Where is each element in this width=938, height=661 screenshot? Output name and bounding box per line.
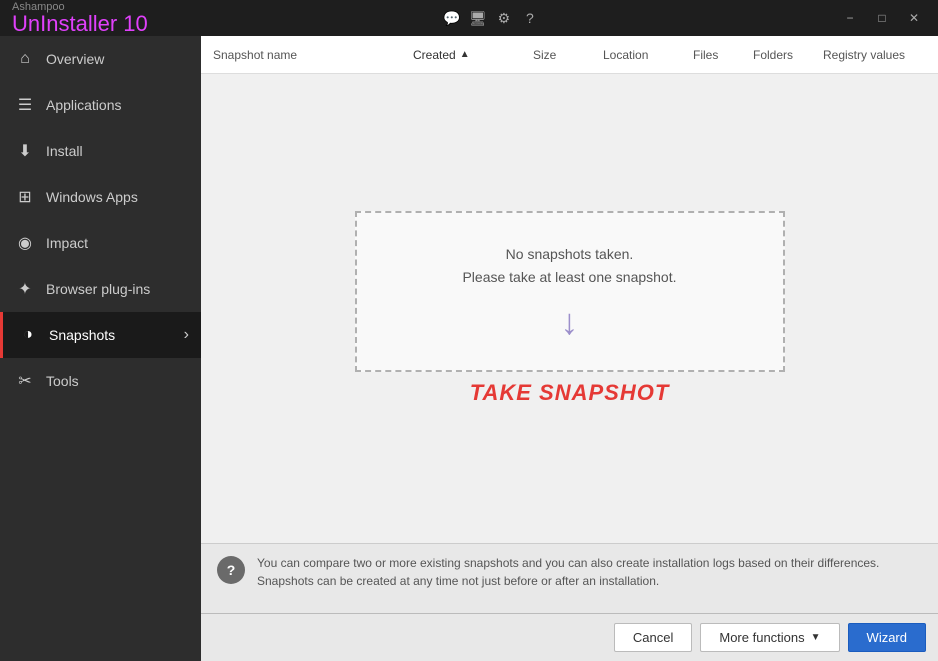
col-folders: Folders (753, 48, 823, 62)
windows-apps-icon: ⊞ (16, 188, 34, 206)
sidebar-item-windows-apps[interactable]: ⊞ Windows Apps (0, 174, 201, 220)
sidebar-item-install[interactable]: ⬇ Install (0, 128, 201, 174)
col-snapshot-name: Snapshot name (213, 48, 413, 62)
monitor-icon[interactable]: 🖥 (468, 8, 488, 28)
sidebar-item-label: Install (46, 143, 83, 159)
sort-arrow-created: ▲ (460, 49, 470, 60)
dropdown-arrow-icon: ▼ (811, 632, 821, 643)
sidebar-item-label: Windows Apps (46, 189, 138, 205)
titlebar-icons: 💬 🖥 ⚙ ? (442, 8, 540, 28)
sidebar-item-impact[interactable]: ◉ Impact (0, 220, 201, 266)
main-layout: ⌂ Overview ☰ Applications ⬇ Install ⊞ Wi… (0, 36, 938, 661)
cancel-button[interactable]: Cancel (614, 623, 692, 652)
col-size: Size (533, 48, 603, 62)
maximize-button[interactable]: □ (866, 4, 898, 32)
sidebar-item-label: Tools (46, 373, 79, 389)
sidebar-item-label: Applications (46, 97, 122, 113)
applications-icon: ☰ (16, 96, 34, 114)
sidebar-item-snapshots[interactable]: ◑ Snapshots (0, 312, 201, 358)
chat-icon[interactable]: 💬 (442, 8, 462, 28)
tools-icon: ✂ (16, 372, 34, 390)
sidebar-item-overview[interactable]: ⌂ Overview (0, 36, 201, 82)
help-icon[interactable]: ? (520, 8, 540, 28)
install-icon: ⬇ (16, 142, 34, 160)
more-functions-button[interactable]: More functions ▼ (700, 623, 839, 652)
info-text: You can compare two or more existing sna… (257, 554, 922, 590)
content-body: No snapshots taken. Please take at least… (201, 74, 938, 543)
wizard-button[interactable]: Wizard (848, 623, 926, 652)
col-files: Files (693, 48, 753, 62)
empty-state-box: No snapshots taken. Please take at least… (355, 211, 785, 372)
sidebar-item-applications[interactable]: ☰ Applications (0, 82, 201, 128)
close-button[interactable]: ✕ (898, 4, 930, 32)
overview-icon: ⌂ (16, 50, 34, 68)
impact-icon: ◉ (16, 234, 34, 252)
col-location: Location (603, 48, 693, 62)
sidebar: ⌂ Overview ☰ Applications ⬇ Install ⊞ Wi… (0, 36, 201, 661)
app-title: UnInstaller 10 (12, 13, 148, 35)
take-snapshot-button[interactable]: TAKE SNAPSHOT (470, 380, 670, 406)
col-created[interactable]: Created ▲ (413, 48, 533, 62)
down-arrow-icon: ↓ (561, 304, 579, 340)
bottom-bar: Cancel More functions ▼ Wizard (201, 613, 938, 661)
sidebar-item-browser-plugins[interactable]: ✦ Browser plug-ins (0, 266, 201, 312)
content-area: Snapshot name Created ▲ Size Location Fi… (201, 36, 938, 661)
sidebar-item-label: Browser plug-ins (46, 281, 150, 297)
table-header: Snapshot name Created ▲ Size Location Fi… (201, 36, 938, 74)
info-bar: ? You can compare two or more existing s… (201, 543, 938, 613)
snapshots-icon: ◑ (19, 326, 37, 344)
titlebar-left: Ashampoo UnInstaller 10 (8, 1, 148, 35)
titlebar: Ashampoo UnInstaller 10 💬 🖥 ⚙ ? − □ ✕ (0, 0, 938, 36)
empty-state-text: No snapshots taken. Please take at least… (462, 243, 676, 288)
info-icon: ? (217, 556, 245, 584)
browser-plugins-icon: ✦ (16, 280, 34, 298)
minimize-button[interactable]: − (834, 4, 866, 32)
sidebar-item-tools[interactable]: ✂ Tools (0, 358, 201, 404)
brand-block: Ashampoo UnInstaller 10 (8, 1, 148, 35)
sidebar-item-label: Snapshots (49, 327, 115, 343)
sidebar-item-label: Impact (46, 235, 88, 251)
gear-icon[interactable]: ⚙ (494, 8, 514, 28)
sidebar-item-label: Overview (46, 51, 104, 67)
col-registry-values: Registry values (823, 48, 926, 62)
window-controls: − □ ✕ (834, 4, 930, 32)
